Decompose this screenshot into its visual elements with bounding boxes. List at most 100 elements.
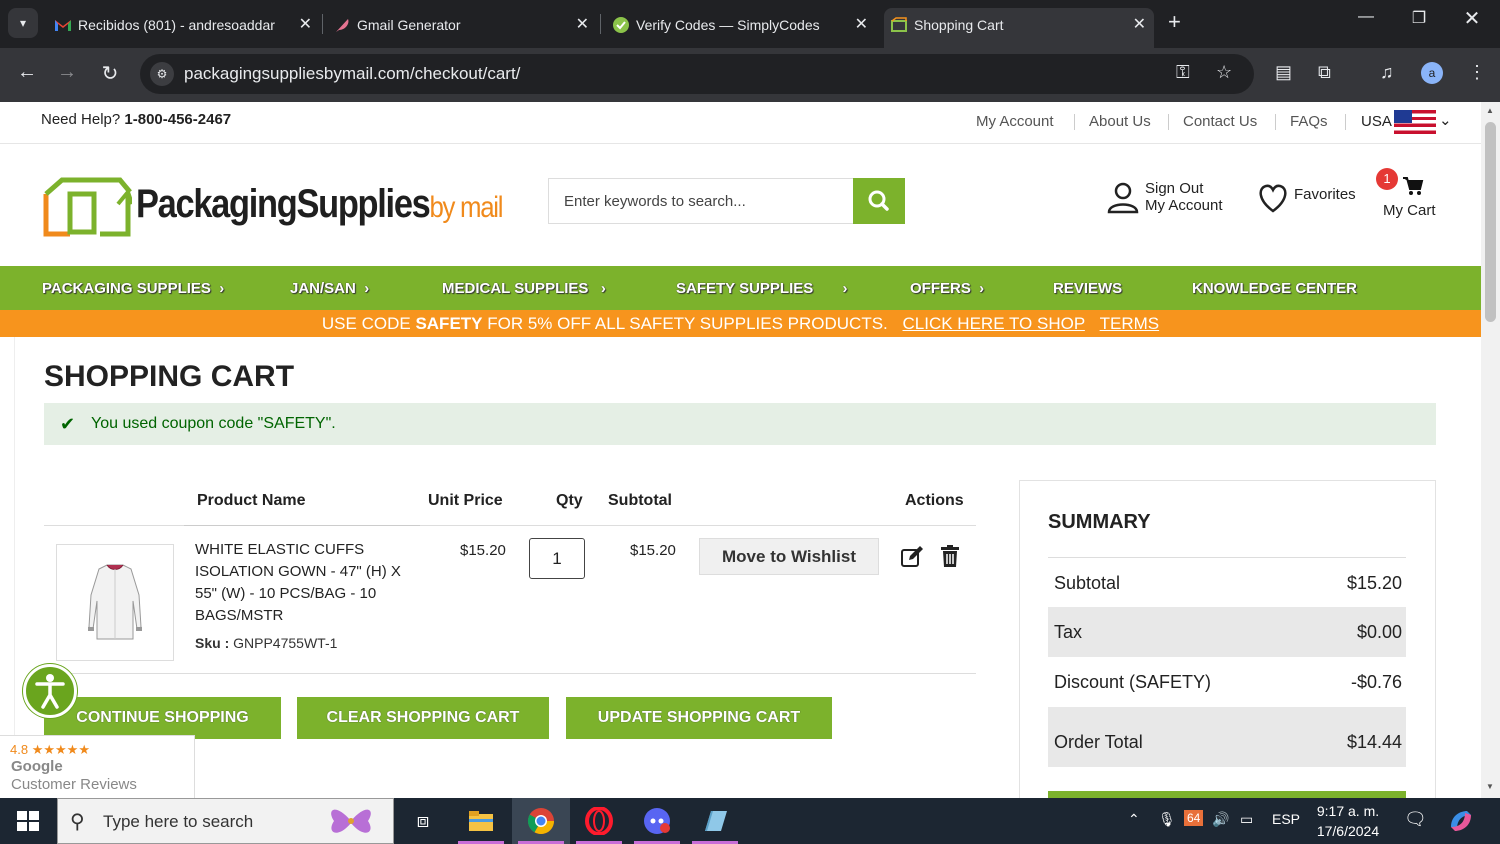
nav-knowledge-center[interactable]: KNOWLEDGE CENTER	[1192, 280, 1357, 297]
clear-cart-button[interactable]: CLEAR SHOPPING CART	[297, 697, 549, 739]
close-tab-icon[interactable]: ✕	[855, 8, 868, 42]
update-cart-button[interactable]: UPDATE SHOPPING CART	[566, 697, 832, 739]
media-control-icon[interactable]: ♫	[1380, 62, 1394, 83]
summary-row-discount: Discount (SAFETY) -$0.76	[1048, 657, 1406, 707]
nav-medical-supplies[interactable]: MEDICAL SUPPLIES ›	[442, 280, 606, 297]
header-product-name: Product Name	[197, 492, 306, 509]
extension-flag-icon[interactable]: ▤	[1275, 62, 1292, 83]
input-language[interactable]: ESP	[1272, 811, 1300, 827]
logo-main-text: PackagingSupplies	[136, 182, 431, 226]
google-reviews-badge[interactable]: 4.8 ★★★★★ Google Customer Reviews	[0, 735, 195, 798]
help-phone[interactable]: 1-800-456-2467	[124, 111, 231, 128]
product-image[interactable]	[56, 544, 174, 661]
scroll-thumb[interactable]	[1485, 122, 1496, 322]
my-account-link[interactable]: My Account	[1145, 197, 1223, 214]
network-icon[interactable]: ▭	[1240, 811, 1253, 828]
tab-search-button[interactable]: ▾	[8, 8, 38, 38]
address-bar[interactable]: ⚙ packagingsuppliesbymail.com/checkout/c…	[140, 54, 1254, 94]
top-link-my-account[interactable]: My Account	[976, 113, 1054, 130]
account-link[interactable]: Sign Out My Account	[1106, 180, 1236, 220]
checkout-button[interactable]	[1048, 791, 1406, 798]
chevron-down-icon[interactable]: ⌄	[1439, 111, 1452, 129]
top-link-about-us[interactable]: About Us	[1089, 113, 1151, 130]
microphone-icon[interactable]: 🎙	[1158, 811, 1176, 828]
summary-label: Discount (SAFETY)	[1054, 672, 1212, 692]
unit-price: $15.20	[460, 542, 506, 559]
top-link-faqs[interactable]: FAQs	[1290, 113, 1328, 130]
help-line: Need Help? 1-800-456-2467	[41, 111, 231, 128]
search-input[interactable]	[549, 179, 853, 223]
file-explorer-icon[interactable]	[452, 798, 510, 844]
back-icon[interactable]: ←	[12, 61, 42, 84]
system-clock[interactable]: 9:17 a. m. 17/6/2024	[1306, 801, 1390, 841]
profile-avatar[interactable]: a	[1421, 62, 1443, 84]
sku-label: Sku :	[195, 635, 230, 651]
volume-icon[interactable]: 🔊	[1212, 811, 1229, 828]
notification-center-icon[interactable]: 🗨	[1404, 809, 1427, 830]
scroll-up-icon[interactable]: ▲	[1486, 106, 1494, 115]
gown-image	[88, 564, 142, 640]
trash-icon[interactable]	[940, 545, 960, 567]
copilot-icon[interactable]	[1447, 807, 1475, 835]
nav-packaging-supplies[interactable]: PACKAGING SUPPLIES ›	[42, 280, 224, 297]
url-text[interactable]: packagingsuppliesbymail.com/checkout/car…	[184, 64, 520, 84]
chrome-taskbar-icon[interactable]	[512, 798, 570, 844]
taskbar-search-placeholder: Type here to search	[103, 812, 254, 831]
country-selector[interactable]: USA	[1361, 113, 1392, 130]
mini-cart[interactable]: 1 My Cart	[1376, 168, 1446, 224]
nav-safety-supplies[interactable]: SAFETY SUPPLIES ›	[676, 280, 847, 297]
top-link-contact-us[interactable]: Contact Us	[1183, 113, 1257, 130]
taskbar-search[interactable]: ⚲ Type here to search	[57, 798, 394, 844]
edit-icon[interactable]	[900, 545, 924, 569]
task-view-icon[interactable]: ⧈	[394, 798, 452, 844]
extensions-puzzle-icon[interactable]: ⧉	[1318, 62, 1331, 83]
close-window-icon[interactable]: ✕	[1452, 6, 1492, 31]
move-to-wishlist-button[interactable]: Move to Wishlist	[699, 538, 879, 575]
favorites-link[interactable]: Favorites	[1256, 180, 1366, 220]
continue-shopping-button[interactable]: CONTINUE SHOPPING	[44, 697, 281, 739]
promo-terms-link[interactable]: TERMS	[1100, 314, 1160, 333]
browser-toolbar: ← → ↻ ⚙ packagingsuppliesbymail.com/chec…	[0, 48, 1500, 102]
page-scrollbar[interactable]: ▲ ▼	[1481, 102, 1500, 798]
tab-simplycodes[interactable]: Verify Codes — SimplyCodes ✕	[606, 8, 876, 42]
nav-offers[interactable]: OFFERS ›	[910, 280, 984, 297]
search-button[interactable]	[853, 178, 905, 224]
web-page: Need Help? 1-800-456-2467 My Account Abo…	[0, 102, 1481, 798]
menu-kebab-icon[interactable]: ⋮	[1468, 62, 1486, 83]
opera-icon[interactable]	[570, 798, 628, 844]
restore-icon[interactable]: ❐	[1399, 8, 1439, 28]
forward-icon[interactable]: →	[52, 61, 82, 84]
nav-reviews[interactable]: REVIEWS	[1053, 280, 1122, 297]
close-tab-icon[interactable]: ✕	[1133, 8, 1146, 42]
windows-start-icon[interactable]	[17, 811, 39, 831]
tab-gmail-generator[interactable]: Gmail Generator ✕	[327, 8, 597, 42]
quantity-input[interactable]: 1	[529, 538, 585, 579]
bookmark-star-icon[interactable]: ☆	[1216, 62, 1232, 83]
accessibility-button[interactable]	[23, 664, 77, 718]
reload-icon[interactable]: ↻	[95, 61, 125, 86]
site-logo[interactable]: PackagingSuppliesby mail	[40, 170, 503, 242]
site-info-icon[interactable]: ⚙	[150, 62, 174, 86]
new-tab-icon[interactable]: +	[1168, 9, 1181, 35]
promo-shop-link[interactable]: CLICK HERE TO SHOP	[903, 314, 1085, 333]
header-unit-price: Unit Price	[428, 492, 503, 509]
tab-shopping-cart[interactable]: Shopping Cart ✕	[884, 8, 1154, 48]
gmail-icon	[55, 20, 71, 31]
app-badge-icon[interactable]: 64	[1184, 810, 1204, 826]
close-tab-icon[interactable]: ✕	[576, 8, 589, 42]
sign-out-link[interactable]: Sign Out	[1145, 180, 1203, 197]
divider	[1275, 114, 1276, 130]
user-icon	[1107, 182, 1139, 214]
help-label: Need Help?	[41, 111, 121, 128]
notes-app-icon[interactable]	[686, 798, 744, 844]
nav-jan-san[interactable]: JAN/SAN ›	[290, 280, 369, 297]
close-tab-icon[interactable]: ✕	[299, 8, 312, 42]
tab-gmail[interactable]: Recibidos (801) - andresoaddar ✕	[48, 8, 320, 42]
product-name-link[interactable]: WHITE ELASTIC CUFFS ISOLATION GOWN - 47"…	[195, 539, 415, 627]
minimize-icon[interactable]: —	[1346, 8, 1386, 26]
password-key-icon[interactable]: ⚿	[1176, 62, 1190, 83]
scroll-down-icon[interactable]: ▼	[1486, 782, 1494, 791]
usa-flag-icon[interactable]	[1394, 110, 1436, 134]
discord-icon[interactable]	[628, 798, 686, 844]
tray-overflow-icon[interactable]: ⌃	[1128, 811, 1140, 828]
